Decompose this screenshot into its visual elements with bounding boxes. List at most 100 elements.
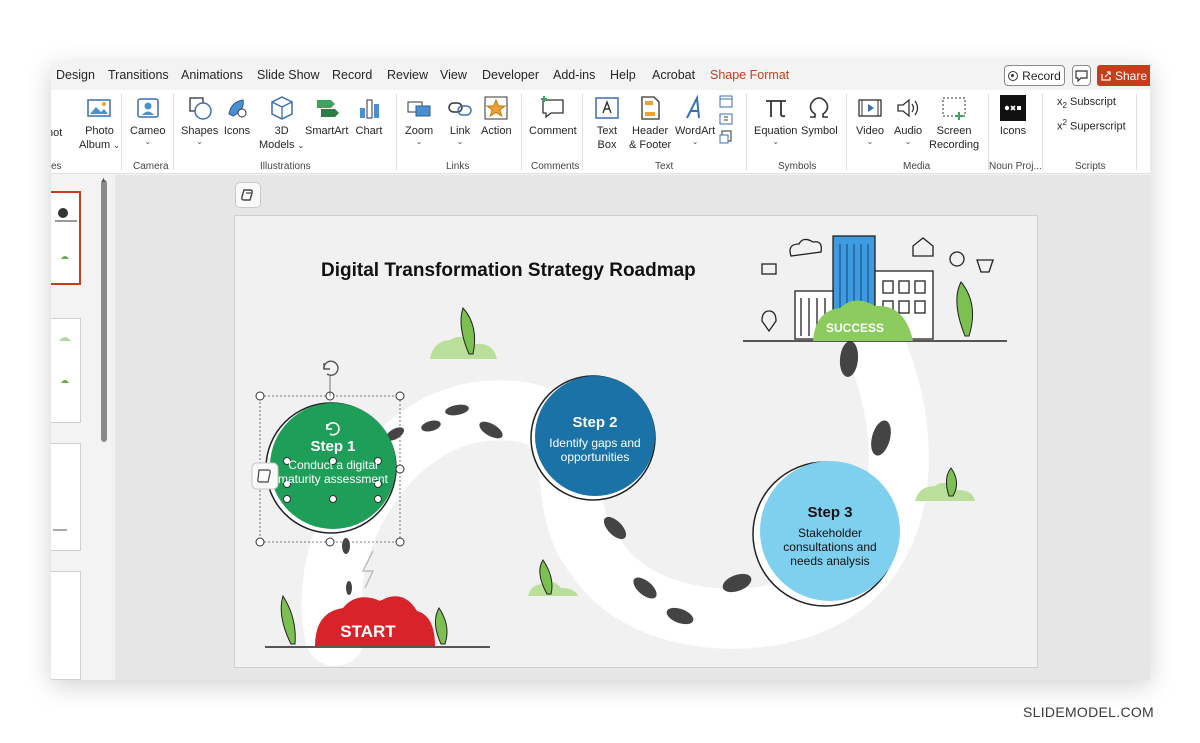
wordart-button[interactable]: WordArt ⌄ bbox=[675, 94, 715, 146]
slide-thumbnail-4[interactable] bbox=[51, 571, 81, 680]
copilot-icon bbox=[241, 189, 253, 201]
photo-album-label-1: Photo bbox=[85, 125, 114, 137]
equation-button[interactable]: Equation ⌄ bbox=[754, 94, 797, 146]
record-button[interactable]: Record bbox=[1004, 65, 1065, 86]
ribbon-separator bbox=[746, 94, 747, 170]
cameo-button[interactable]: Cameo ⌄ bbox=[130, 94, 165, 146]
thumbnail-scrollbar[interactable] bbox=[101, 180, 107, 442]
screen-recording-button[interactable]: Screen Recording bbox=[929, 94, 979, 152]
3d-models-label-1: 3D bbox=[274, 125, 289, 137]
symbol-label: Symbol bbox=[801, 125, 838, 137]
tab-help[interactable]: Help bbox=[610, 68, 636, 82]
slide-thumbnail-1[interactable] bbox=[51, 191, 81, 285]
shapes-label: Shapes bbox=[181, 125, 219, 137]
tab-review[interactable]: Review bbox=[387, 68, 428, 82]
comment-label: Comment bbox=[529, 125, 577, 137]
scroll-up-arrow-icon[interactable]: ▲ bbox=[100, 177, 107, 184]
header-footer-icon bbox=[641, 96, 660, 120]
icons-icon bbox=[228, 99, 247, 118]
comment-button[interactable]: Comment bbox=[529, 94, 577, 138]
noun-icons-label: Icons bbox=[999, 125, 1027, 137]
tab-view[interactable]: View bbox=[440, 68, 467, 82]
wordart-icon bbox=[686, 94, 701, 119]
chart-button[interactable]: Chart bbox=[355, 94, 383, 138]
step-2-text[interactable]: Step 2 Identify gaps and opportunities bbox=[540, 414, 650, 464]
subscript-button[interactable]: x2 Subscript bbox=[1057, 96, 1116, 110]
ribbon-separator bbox=[1042, 94, 1043, 170]
action-star-icon bbox=[484, 96, 508, 120]
step-3-text[interactable]: Step 3 Stakeholder consultations and nee… bbox=[780, 504, 880, 568]
link-button[interactable]: Link ⌄ bbox=[446, 94, 474, 146]
tab-acrobat[interactable]: Acrobat bbox=[652, 68, 695, 82]
action-button[interactable]: Action bbox=[481, 94, 512, 138]
new-comment-icon bbox=[540, 96, 564, 119]
tab-add-ins[interactable]: Add-ins bbox=[553, 68, 595, 82]
ribbon-tab-bar: Design Transitions Animations Slide Show… bbox=[51, 62, 1150, 89]
pi-equation-icon bbox=[765, 100, 786, 118]
icons-button[interactable]: Icons bbox=[223, 94, 251, 138]
group-label-illustrations: Illustrations bbox=[260, 161, 311, 172]
tab-slide-show[interactable]: Slide Show bbox=[257, 68, 320, 82]
copilot-button[interactable] bbox=[235, 182, 261, 208]
photo-album-button[interactable]: Photo Album ⌄ bbox=[79, 94, 120, 153]
3d-cube-icon bbox=[270, 96, 293, 120]
slide-thumbnail-3[interactable] bbox=[51, 443, 81, 551]
thumbnail-preview bbox=[55, 208, 77, 259]
noun-project-icons-button[interactable]: Icons bbox=[999, 94, 1027, 138]
symbol-button[interactable]: Symbol bbox=[801, 94, 838, 138]
group-label-media: Media bbox=[903, 161, 931, 172]
audio-label: Audio bbox=[894, 125, 923, 137]
thumbnail-preview bbox=[59, 337, 71, 383]
shapes-button[interactable]: Shapes ⌄ bbox=[181, 94, 218, 146]
comments-button[interactable] bbox=[1072, 65, 1091, 86]
success-label: SUCCESS bbox=[826, 321, 884, 335]
tab-shape-format[interactable]: Shape Format bbox=[710, 68, 789, 82]
screenshot-button[interactable]: hot bbox=[51, 126, 62, 140]
tab-transitions[interactable]: Transitions bbox=[108, 68, 169, 82]
noun-project-icon bbox=[1000, 95, 1026, 121]
comment-bubble-icon bbox=[1075, 70, 1088, 83]
screen-recording-icon bbox=[942, 97, 966, 120]
photo-album-icon bbox=[87, 99, 112, 117]
ribbon-separator bbox=[846, 94, 847, 170]
photo-album-label-2: Album bbox=[79, 139, 111, 151]
rotate-handle-icon[interactable] bbox=[323, 360, 339, 376]
watermark: SLIDEMODEL.COM bbox=[1023, 704, 1154, 720]
ribbon-separator bbox=[582, 94, 583, 170]
text-box-button[interactable]: Text Box bbox=[593, 94, 621, 152]
slide-thumbnail-2[interactable] bbox=[51, 318, 81, 423]
insert-ribbon: hot Photo Album ⌄ es Cameo⌄ Camera Shape… bbox=[51, 90, 1150, 174]
superscript-label: Superscript bbox=[1070, 120, 1126, 133]
share-button[interactable]: Share bbox=[1097, 65, 1150, 86]
record-button-label: Record bbox=[1022, 68, 1061, 83]
step-1-text[interactable]: Step 1 Conduct a digital maturity assess… bbox=[277, 438, 389, 486]
tab-design[interactable]: Design bbox=[56, 68, 95, 82]
step-3-desc: Stakeholder consultations and needs anal… bbox=[783, 526, 877, 568]
superscript-button[interactable]: x2 Superscript bbox=[1057, 118, 1126, 133]
smartart-button[interactable]: SmartArt bbox=[305, 94, 348, 138]
header-footer-button[interactable]: Header & Footer bbox=[629, 94, 671, 152]
group-label-links: Links bbox=[446, 161, 470, 172]
3d-models-button[interactable]: 3D Models ⌄ bbox=[259, 94, 304, 153]
tab-developer[interactable]: Developer bbox=[482, 68, 539, 82]
zoom-slide-icon bbox=[407, 101, 431, 117]
audio-button[interactable]: Audio ⌄ bbox=[894, 94, 922, 146]
zoom-button[interactable]: Zoom ⌄ bbox=[405, 94, 433, 146]
ribbon-separator bbox=[1136, 94, 1137, 170]
date-time-button[interactable] bbox=[719, 94, 733, 148]
group-label-symbols: Symbols bbox=[778, 161, 817, 172]
step-1-title: Step 1 bbox=[310, 438, 356, 455]
slide-number-icon bbox=[719, 113, 733, 125]
subscript-label: Subscript bbox=[1070, 96, 1116, 108]
tab-animations[interactable]: Animations bbox=[181, 68, 243, 82]
tab-record[interactable]: Record bbox=[332, 68, 372, 82]
chart-icon bbox=[360, 99, 379, 119]
group-label-noun-project: Noun Proj... bbox=[989, 161, 1042, 172]
copilot-shape-button[interactable] bbox=[251, 462, 279, 490]
slide[interactable]: Digital Transformation Strategy Roadmap bbox=[234, 215, 1038, 668]
start-label: START bbox=[340, 622, 396, 641]
video-button[interactable]: Video ⌄ bbox=[856, 94, 884, 146]
step-1-desc: Conduct a digital maturity assessment bbox=[277, 458, 389, 486]
wordart-label: WordArt bbox=[675, 125, 716, 137]
ribbon-separator bbox=[988, 94, 989, 170]
